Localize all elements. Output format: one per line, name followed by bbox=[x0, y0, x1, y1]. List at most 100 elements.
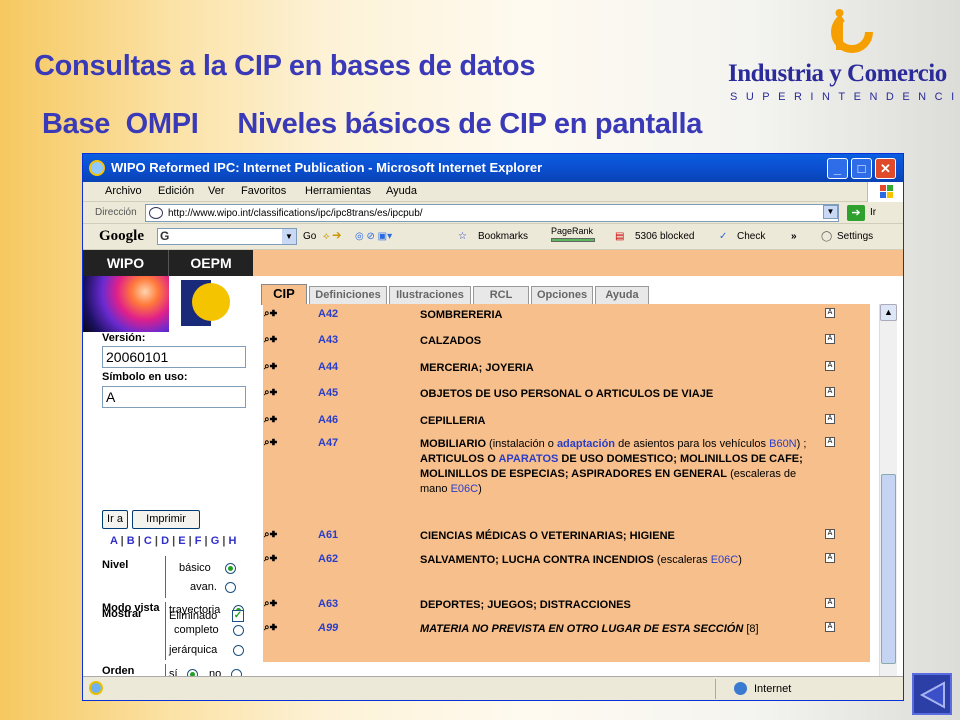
go-arrow-icon[interactable]: ➔ bbox=[847, 205, 865, 221]
google-search-dropdown-icon[interactable]: ▼ bbox=[282, 229, 296, 244]
row-action-icons[interactable]: ⌕✚ bbox=[264, 334, 277, 345]
toolbar-arrows-icon[interactable]: ⟡ ➔ bbox=[323, 231, 341, 242]
ipc-title: OBJETOS DE USO PERSONAL O ARTICULOS DE V… bbox=[420, 388, 714, 400]
google-search-input[interactable]: G ▼ bbox=[157, 228, 297, 245]
address-label: Dirección bbox=[95, 207, 137, 218]
pagerank-label[interactable]: PageRank bbox=[551, 226, 593, 236]
row-badge-icon[interactable]: A bbox=[825, 437, 835, 447]
row-action-icons[interactable]: ⌕✚ bbox=[264, 553, 277, 564]
row-action-icons[interactable]: ⌕✚ bbox=[264, 598, 277, 609]
google-go-button[interactable]: Go bbox=[303, 231, 316, 242]
reference-link-b60n[interactable]: B60N bbox=[769, 438, 797, 450]
sic-logo: Industria y Comercio SUPERINTENDENCIA bbox=[726, 8, 960, 108]
ipc-title: SALVAMENTO; LUCHA CONTRA INCENDIOS (esca… bbox=[420, 553, 820, 568]
settings-button[interactable]: Settings bbox=[837, 231, 873, 242]
vertical-scrollbar[interactable]: ▲ bbox=[879, 304, 897, 676]
bookmarks-button[interactable]: Bookmarks bbox=[478, 231, 528, 242]
row-action-icons[interactable]: ⌕✚ bbox=[264, 622, 277, 633]
title-part: SALVAMENTO; LUCHA CONTRA INCENDIOS bbox=[420, 554, 654, 566]
toolbar-sync-icon[interactable]: ◎ ⊘ ▣▾ bbox=[355, 231, 392, 242]
row-badge-icon[interactable]: A bbox=[825, 361, 835, 371]
menu-archivo[interactable]: Archivo bbox=[105, 185, 142, 197]
ipc-code-link[interactable]: A63 bbox=[318, 598, 338, 610]
row-action-icons[interactable]: ⌕✚ bbox=[264, 308, 277, 319]
browser-window: WIPO Reformed IPC: Internet Publication … bbox=[82, 153, 904, 701]
menu-edicion[interactable]: Edición bbox=[158, 185, 194, 197]
google-logo: Google bbox=[99, 228, 144, 244]
settings-gear-icon: ◯ bbox=[821, 231, 833, 242]
zone-label: Internet bbox=[754, 683, 792, 695]
row-badge-icon[interactable]: A bbox=[825, 414, 835, 424]
ipc-code-link[interactable]: A62 bbox=[318, 553, 338, 565]
page-status-icon bbox=[89, 681, 103, 695]
note-part: de asientos para los vehículos bbox=[615, 438, 770, 450]
definition-link[interactable]: APARATOS bbox=[498, 453, 558, 465]
ipc-code-link[interactable]: A46 bbox=[318, 414, 338, 426]
spellcheck-icon: ✓ bbox=[719, 231, 728, 242]
row-action-icons[interactable]: ⌕✚ bbox=[264, 414, 277, 425]
scroll-up-icon[interactable]: ▲ bbox=[880, 304, 897, 321]
maximize-button[interactable]: □ bbox=[851, 158, 872, 179]
row-action-icons[interactable]: ⌕✚ bbox=[264, 387, 277, 398]
menu-ver[interactable]: Ver bbox=[208, 185, 225, 197]
version-marker: [8] bbox=[743, 623, 759, 635]
row-badge-icon[interactable]: A bbox=[825, 553, 835, 563]
close-button[interactable]: ✕ bbox=[875, 158, 896, 179]
content-area: CIP Definiciones Ilustraciones RCL Opcio… bbox=[83, 250, 903, 676]
minimize-button[interactable]: _ bbox=[827, 158, 848, 179]
title-bar[interactable]: WIPO Reformed IPC: Internet Publication … bbox=[83, 154, 903, 182]
security-zone: Internet bbox=[715, 679, 901, 699]
popup-blocker-icon: ▤ bbox=[615, 231, 625, 242]
go-label[interactable]: Ir bbox=[870, 207, 876, 218]
note-part: ) bbox=[478, 483, 482, 495]
tab-ayuda[interactable]: Ayuda bbox=[595, 286, 649, 304]
definition-link[interactable]: adaptación bbox=[557, 438, 615, 450]
menu-ayuda[interactable]: Ayuda bbox=[386, 185, 417, 197]
tab-cip[interactable]: CIP bbox=[261, 284, 307, 305]
note-part: (instalación o bbox=[486, 438, 557, 450]
ipc-code-link[interactable]: A43 bbox=[318, 334, 338, 346]
row-badge-icon[interactable]: A bbox=[825, 529, 835, 539]
title-part: MATERIA NO PREVISTA EN OTRO LUGAR DE EST… bbox=[420, 623, 744, 635]
spellcheck-button[interactable]: Check bbox=[737, 231, 765, 242]
row-badge-icon[interactable]: A bbox=[825, 622, 835, 632]
more-tools-button[interactable]: » bbox=[791, 231, 797, 242]
row-action-icons[interactable]: ⌕✚ bbox=[264, 529, 277, 540]
ipc-code-link[interactable]: A99 bbox=[318, 622, 338, 634]
row-badge-icon[interactable]: A bbox=[825, 308, 835, 318]
address-bar: Dirección http://www.wipo.int/classifica… bbox=[83, 202, 903, 224]
note-part: (escaleras bbox=[653, 554, 711, 566]
ipc-code-link[interactable]: A47 bbox=[318, 437, 338, 449]
tab-opciones[interactable]: Opciones bbox=[531, 286, 593, 304]
tab-definiciones[interactable]: Definiciones bbox=[309, 286, 387, 304]
address-input[interactable]: http://www.wipo.int/classifications/ipc/… bbox=[145, 204, 839, 222]
reference-link-e06c[interactable]: E06C bbox=[451, 483, 479, 495]
ipc-code-link[interactable]: A61 bbox=[318, 529, 338, 541]
ipc-title: CIENCIAS MÉDICAS O VETERINARIAS; HIGIENE bbox=[420, 530, 675, 542]
page-icon bbox=[149, 207, 163, 219]
bookmarks-star-icon: ☆ bbox=[458, 231, 467, 242]
logo-subtitle: SUPERINTENDENCIA bbox=[730, 91, 960, 103]
ie-icon bbox=[89, 160, 105, 176]
row-action-icons[interactable]: ⌕✚ bbox=[264, 361, 277, 372]
row-badge-icon[interactable]: A bbox=[825, 387, 835, 397]
tab-ilustraciones[interactable]: Ilustraciones bbox=[389, 286, 471, 304]
menu-herramientas[interactable]: Herramientas bbox=[305, 185, 371, 197]
sic-logo-mark-icon bbox=[831, 9, 873, 53]
address-dropdown-icon[interactable]: ▼ bbox=[823, 205, 838, 219]
globe-icon bbox=[734, 682, 747, 695]
note-part: ) ; bbox=[796, 438, 807, 450]
pagerank-bar bbox=[551, 238, 595, 242]
ipc-code-link[interactable]: A42 bbox=[318, 308, 338, 320]
tab-rcl[interactable]: RCL bbox=[473, 286, 529, 304]
row-badge-icon[interactable]: A bbox=[825, 334, 835, 344]
reference-link-e06c[interactable]: E06C bbox=[711, 554, 739, 566]
ipc-code-link[interactable]: A44 bbox=[318, 361, 338, 373]
ipc-code-link[interactable]: A45 bbox=[318, 387, 338, 399]
row-action-icons[interactable]: ⌕✚ bbox=[264, 437, 277, 448]
slide-back-button[interactable] bbox=[912, 673, 952, 715]
scroll-thumb[interactable] bbox=[881, 474, 896, 664]
menu-favoritos[interactable]: Favoritos bbox=[241, 185, 286, 197]
popups-blocked-count[interactable]: 5306 blocked bbox=[635, 231, 695, 242]
row-badge-icon[interactable]: A bbox=[825, 598, 835, 608]
